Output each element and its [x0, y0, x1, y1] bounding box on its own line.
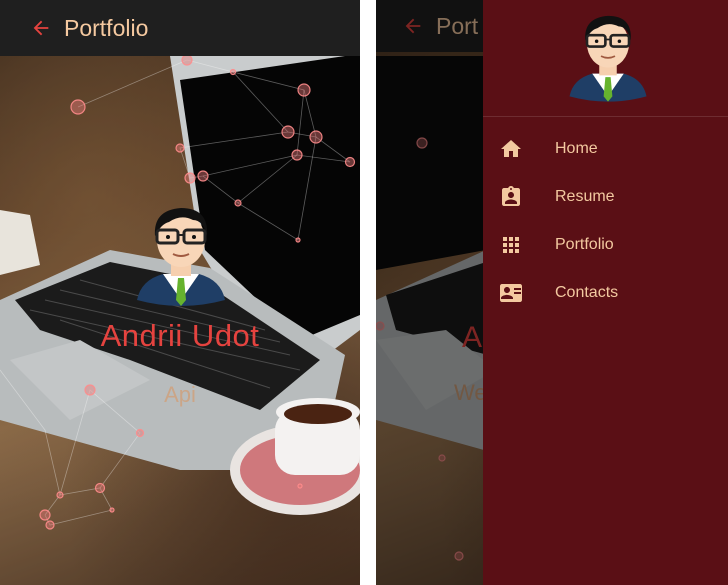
drawer-item-label: Contacts [555, 284, 619, 301]
app-title: Portfolio [64, 14, 149, 41]
home-icon [501, 140, 521, 157]
contact-card-icon [500, 284, 522, 302]
navigation-drawer: Home Resume Portfolio Contacts [483, 0, 728, 585]
hero-subtitle: Api [164, 382, 196, 407]
portfolio-screen: Andrii Udot Api Portfolio [0, 0, 360, 585]
avatar [137, 208, 225, 306]
badge-icon [502, 186, 520, 206]
app-bar: Portfolio [0, 0, 360, 56]
back-arrow-icon[interactable] [30, 17, 52, 39]
drawer-item-label: Home [555, 140, 598, 157]
portfolio-screen-with-drawer: A We Port Home Resume Portfolio Contacts [376, 0, 728, 585]
hero-name: Andrii Udot [100, 318, 260, 353]
avatar [569, 15, 647, 102]
drawer-item-label: Portfolio [555, 236, 614, 253]
drawer-item-contacts[interactable]: Contacts [483, 269, 728, 317]
drawer-item-label: Resume [555, 188, 615, 205]
drawer-item-home[interactable]: Home [483, 125, 728, 173]
drawer-item-resume[interactable]: Resume [483, 173, 728, 221]
drawer-header [483, 0, 728, 117]
drawer-item-portfolio[interactable]: Portfolio [483, 221, 728, 269]
grid-icon [503, 237, 519, 253]
